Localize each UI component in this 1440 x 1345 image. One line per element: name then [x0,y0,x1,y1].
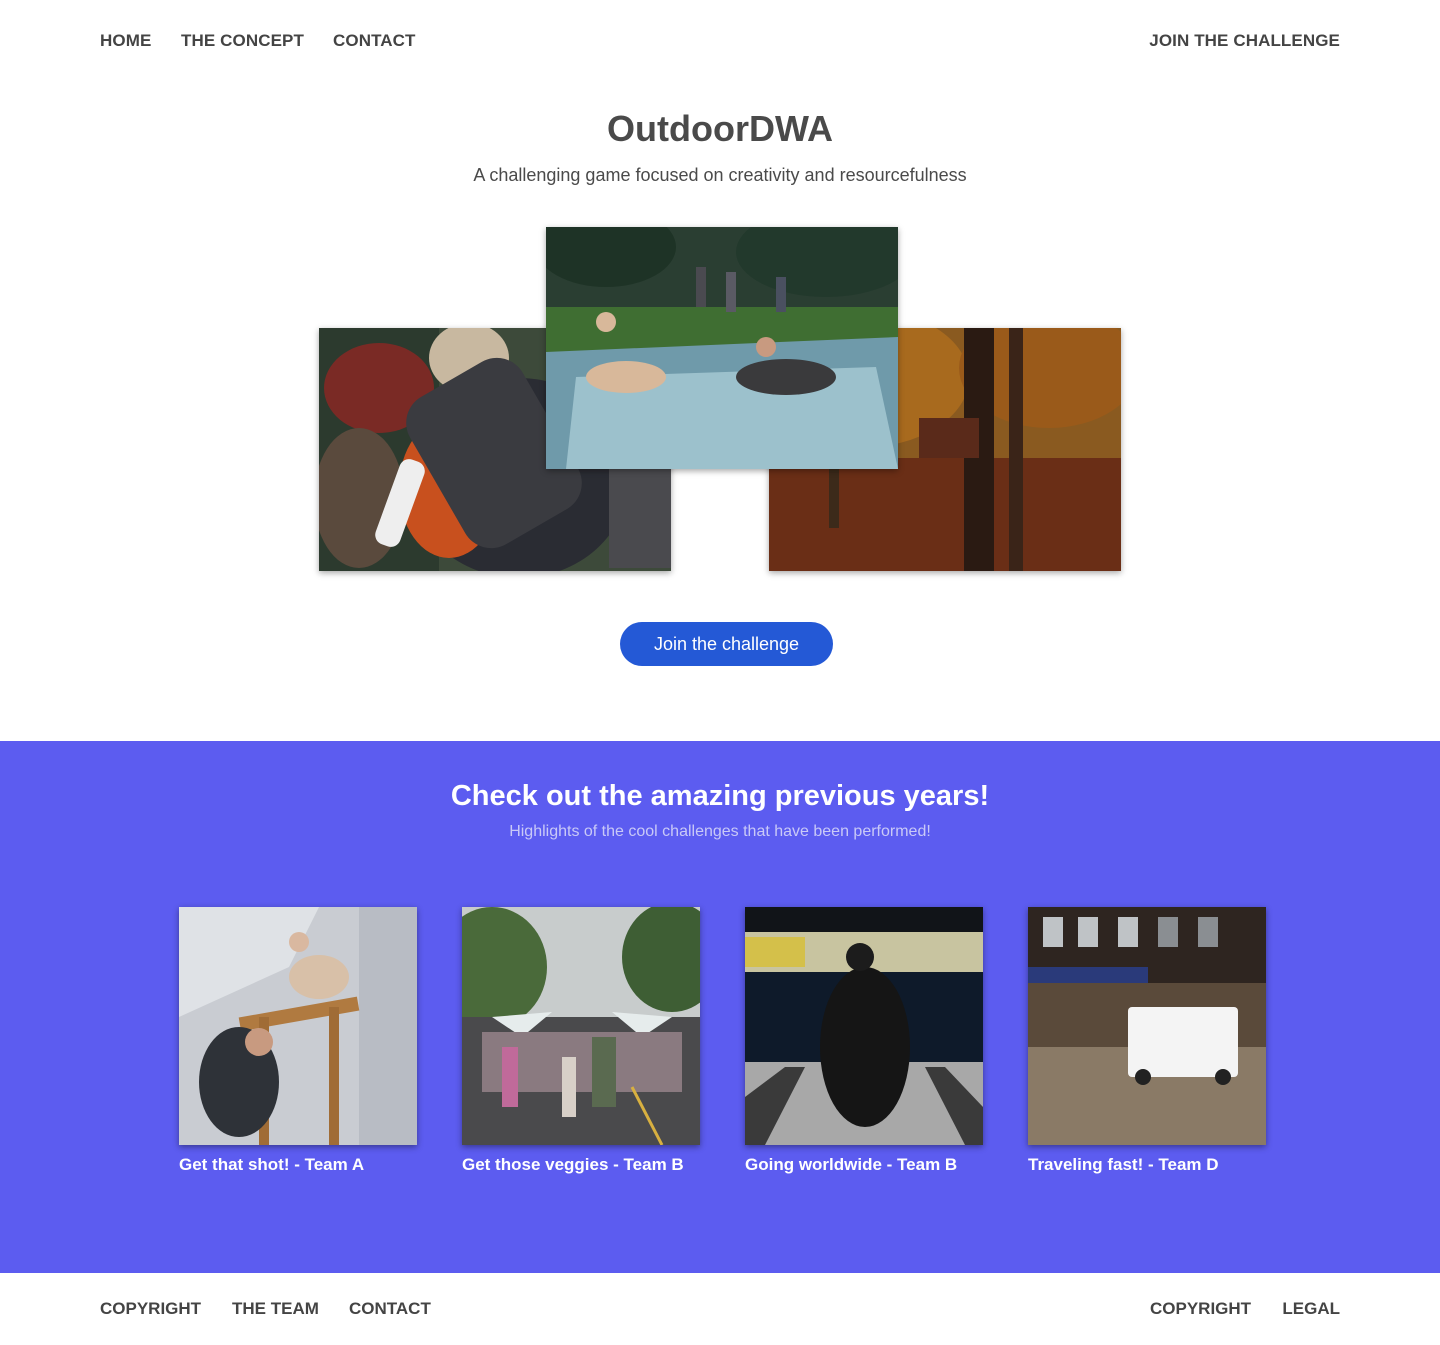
hero-photo-slide [546,227,898,469]
footer: COPYRIGHT THE TEAM CONTACT COPYRIGHT LEG… [0,1273,1440,1345]
highlight-caption: Get that shot! - Team A [179,1155,365,1174]
footer-copyright-right-link[interactable]: COPYRIGHT [1150,1299,1251,1319]
nav-join-link[interactable]: JOIN THE CHALLENGE [1149,31,1340,51]
footer-team-link[interactable]: THE TEAM [232,1299,319,1319]
nav-contact-link[interactable]: CONTACT [333,31,416,51]
highlight-photo-train[interactable] [745,907,983,1145]
footer-copyright-link[interactable]: COPYRIGHT [100,1299,201,1319]
previous-years-title: Check out the amazing previous years! [450,780,990,812]
highlight-card[interactable]: Get that shot! - Team A [179,907,417,1175]
hero-subtitle: A challenging game focused on creativity… [473,165,967,185]
previous-years-subtitle: Highlights of the cool challenges that h… [509,823,931,840]
previous-years-section: Check out the amazing previous years! Hi… [0,741,1440,1273]
highlight-card[interactable]: Traveling fast! - Team D [1028,907,1266,1175]
nav-home-link[interactable]: HOME [100,31,151,51]
highlight-photo-market[interactable] [462,907,700,1145]
highlight-photo-climbing[interactable] [179,907,417,1145]
highlight-caption: Get those veggies - Team B [462,1155,684,1174]
highlight-photo-street[interactable] [1028,907,1266,1145]
join-challenge-button[interactable]: Join the challenge [620,622,833,666]
top-nav: HOME THE CONCEPT CONTACT JOIN THE CHALLE… [0,0,1440,80]
hero-title: OutdoorDWA [607,108,833,149]
highlight-caption: Traveling fast! - Team D [1028,1155,1219,1174]
highlight-card[interactable]: Going worldwide - Team B [745,907,983,1175]
footer-legal-link[interactable]: LEGAL [1282,1299,1340,1319]
highlight-card[interactable]: Get those veggies - Team B [462,907,700,1175]
highlight-caption: Going worldwide - Team B [745,1155,958,1174]
nav-concept-link[interactable]: THE CONCEPT [181,31,304,51]
footer-contact-link[interactable]: CONTACT [349,1299,431,1319]
